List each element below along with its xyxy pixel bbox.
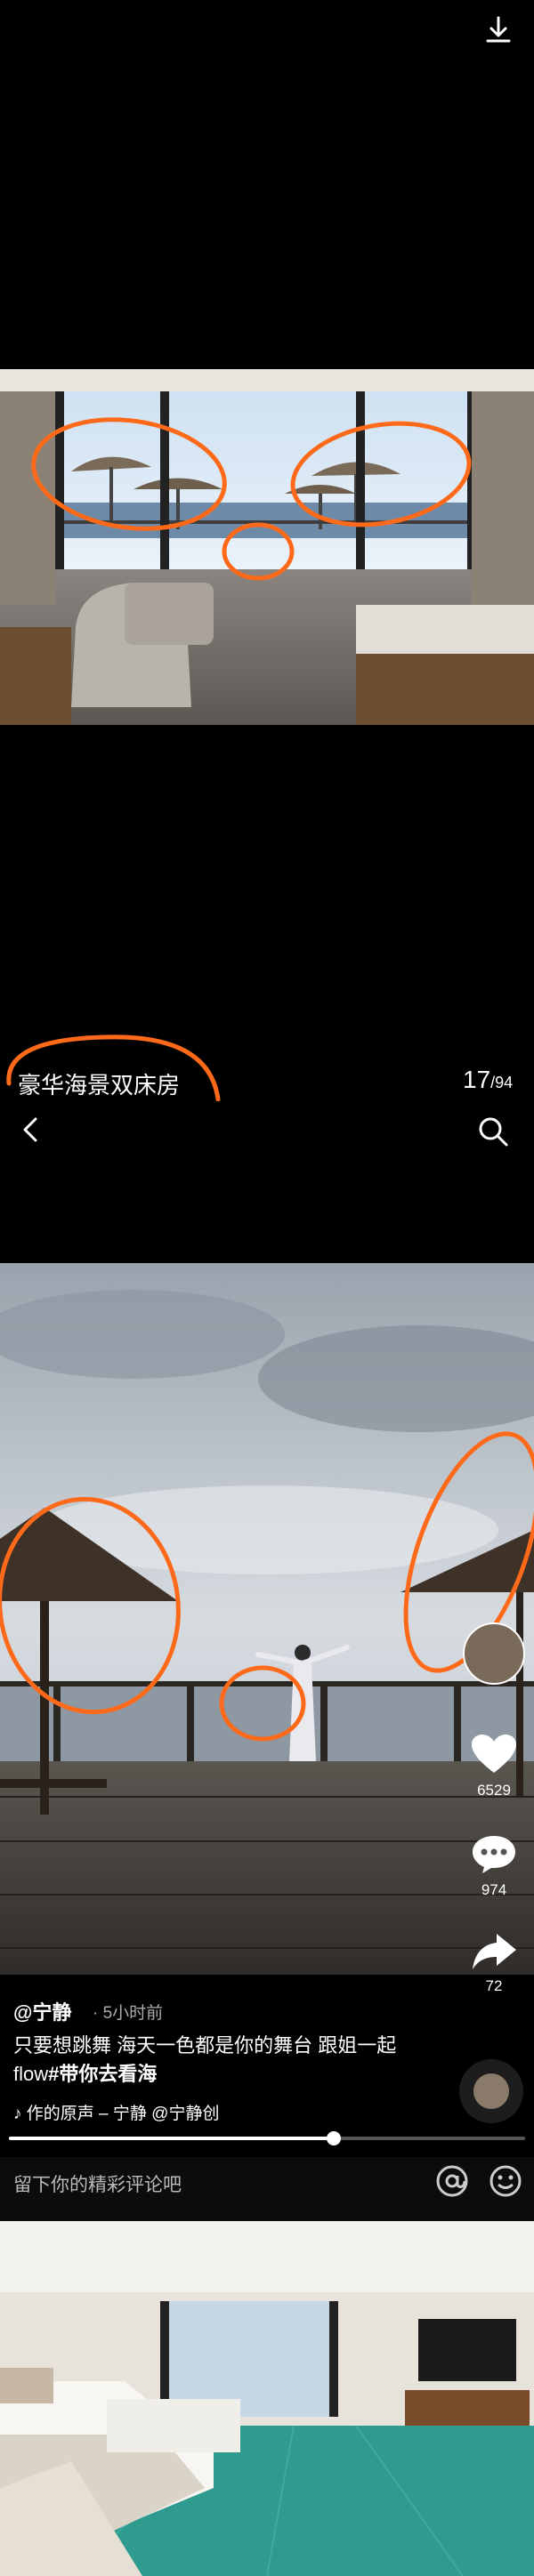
terrace-scene [0,369,534,725]
emoji-icon[interactable] [488,2163,523,2199]
post-text: 只要想跳舞 海天一色都是你的舞台 跟姐一起flow#带你去看海 [13,2032,405,2089]
search-icon[interactable] [475,1114,511,1149]
video-progress-fill [9,2137,334,2140]
author-avatar[interactable] [463,1622,525,1685]
post-author[interactable]: @宁静 [13,1997,71,2025]
share-count: 72 [485,1977,503,1994]
post-time: · 5小时前 [93,2004,164,2023]
download-icon[interactable] [481,12,516,48]
like-count: 6529 [477,1782,511,1799]
music-label: 作的原声 – 宁静 @宁静创 [26,2105,220,2123]
comment-button[interactable]: 974 [463,1832,525,1899]
chevron-left-icon[interactable] [16,1114,48,1146]
deck-scene [0,1263,534,1975]
comment-icon [473,1836,515,1873]
music-row[interactable]: ♪ 作的原声 – 宁静 @宁静创 [13,2100,280,2124]
share-button[interactable]: 72 [463,1930,525,1995]
hotel-photo-twin-bedroom[interactable] [0,2221,534,2576]
gallery-counter: 17/94 [463,1066,513,1094]
video-progress-knob[interactable] [327,2131,341,2145]
bedroom-scene [0,2221,534,2576]
share-icon [473,1934,516,1969]
at-icon[interactable] [434,2163,470,2199]
music-note-icon: ♪ [13,2105,27,2123]
gallery-total: /94 [490,1074,514,1091]
comment-input[interactable]: 留下你的精彩评论吧 [13,2170,182,2197]
comment-count: 974 [481,1881,507,1898]
hotel-photo-seaview-terrace[interactable] [0,369,534,725]
like-button[interactable]: 6529 [463,1733,525,1799]
music-disc[interactable] [459,2059,523,2123]
gallery-current-index: 17 [463,1066,491,1093]
gallery-caption: 豪华海景双床房 [18,1072,181,1099]
heart-icon [472,1735,516,1773]
video-frame-deck[interactable] [0,1263,534,1975]
post-hashtag[interactable]: #带你去看海 [48,2063,157,2085]
